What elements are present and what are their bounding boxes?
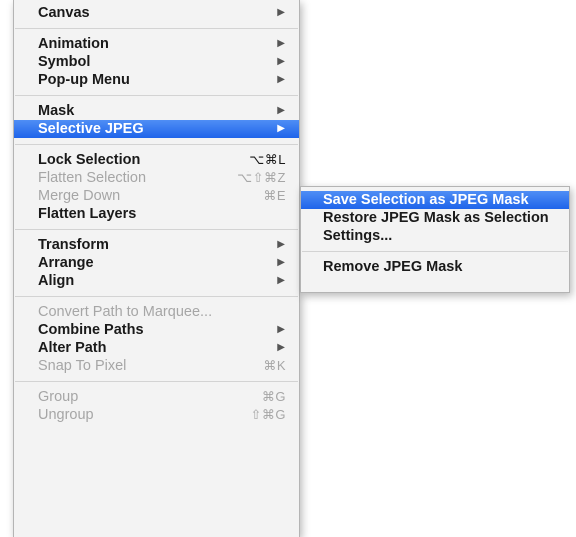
menu-item-alter-path[interactable]: Alter Path ▶ — [14, 339, 299, 357]
menu-item-label: Lock Selection — [38, 152, 141, 168]
menu-item-transform[interactable]: Transform ▶ — [14, 236, 299, 254]
submenu-arrow-icon: ▶ — [277, 275, 285, 286]
menu-item-label: Alter Path — [38, 340, 107, 356]
menu-item-animation[interactable]: Animation ▶ — [14, 35, 299, 53]
keyboard-shortcut: ⇧⌘G — [250, 407, 286, 422]
submenu-arrow-icon: ▶ — [277, 56, 285, 67]
menu-item-label: Group — [38, 389, 79, 405]
menu-item-merge-down[interactable]: Merge Down ⌘E — [14, 187, 299, 205]
menu-item-label: Canvas — [38, 5, 90, 21]
menu-item-label: Align — [38, 273, 75, 289]
submenu-arrow-icon: ▶ — [277, 123, 285, 134]
menu-separator — [15, 28, 298, 29]
menu-item-snap-to-pixel[interactable]: Snap To Pixel ⌘K — [14, 357, 299, 375]
menu-item-save-selection-as-jpeg-mask[interactable]: Save Selection as JPEG Mask — [301, 191, 569, 209]
menu-item-label: Ungroup — [38, 407, 94, 423]
menu-item-align[interactable]: Align ▶ — [14, 272, 299, 290]
menu-item-label: Symbol — [38, 54, 91, 70]
menu-item-label: Settings... — [323, 228, 393, 244]
menu-item-label: Restore JPEG Mask as Selection — [323, 210, 549, 226]
menu-item-mask[interactable]: Mask ▶ — [14, 102, 299, 120]
menu-item-label: Remove JPEG Mask — [323, 259, 463, 275]
menu-item-label: Pop-up Menu — [38, 72, 130, 88]
menu-item-label: Arrange — [38, 255, 94, 271]
menu-item-label: Mask — [38, 103, 75, 119]
submenu-arrow-icon: ▶ — [277, 239, 285, 250]
submenu-arrow-icon: ▶ — [277, 105, 285, 116]
menu-item-flatten-selection[interactable]: Flatten Selection ⌥⇧⌘Z — [14, 169, 299, 187]
keyboard-shortcut: ⌘K — [263, 358, 286, 373]
menu-item-symbol[interactable]: Symbol ▶ — [14, 53, 299, 71]
menu-item-popup-menu[interactable]: Pop-up Menu ▶ — [14, 71, 299, 89]
menu-item-label: Selective JPEG — [38, 121, 144, 137]
menu-separator — [15, 229, 298, 230]
selective-jpeg-submenu: Save Selection as JPEG Mask Restore JPEG… — [300, 186, 570, 293]
submenu-arrow-icon: ▶ — [277, 38, 285, 49]
menu-separator — [302, 251, 568, 252]
menu-item-combine-paths[interactable]: Combine Paths ▶ — [14, 321, 299, 339]
keyboard-shortcut: ⌥⌘L — [249, 152, 286, 167]
main-context-menu: Canvas ▶ Animation ▶ Symbol ▶ Pop-up Men… — [13, 0, 300, 537]
menu-item-label: Convert Path to Marquee... — [38, 304, 213, 320]
menu-item-label: Animation — [38, 36, 109, 52]
submenu-arrow-icon: ▶ — [277, 257, 285, 268]
menu-item-settings[interactable]: Settings... — [301, 227, 569, 245]
menu-item-label: Flatten Layers — [38, 206, 137, 222]
keyboard-shortcut: ⌥⇧⌘Z — [237, 170, 286, 185]
menu-item-selective-jpeg[interactable]: Selective JPEG ▶ — [14, 120, 299, 138]
menu-item-label: Transform — [38, 237, 109, 253]
menu-separator — [15, 95, 298, 96]
submenu-arrow-icon: ▶ — [277, 342, 285, 353]
submenu-arrow-icon: ▶ — [277, 324, 285, 335]
submenu-arrow-icon: ▶ — [277, 7, 285, 18]
menu-item-restore-jpeg-mask-as-selection[interactable]: Restore JPEG Mask as Selection — [301, 209, 569, 227]
menu-separator — [15, 144, 298, 145]
menu-item-label: Save Selection as JPEG Mask — [323, 192, 529, 208]
menu-item-label: Snap To Pixel — [38, 358, 127, 374]
keyboard-shortcut: ⌘G — [261, 389, 286, 404]
submenu-arrow-icon: ▶ — [277, 74, 285, 85]
menu-item-ungroup[interactable]: Ungroup ⇧⌘G — [14, 406, 299, 424]
menu-item-label: Merge Down — [38, 188, 121, 204]
menu-item-label: Flatten Selection — [38, 170, 147, 186]
menu-item-convert-path-to-marquee[interactable]: Convert Path to Marquee... — [14, 303, 299, 321]
menu-item-remove-jpeg-mask[interactable]: Remove JPEG Mask — [301, 258, 569, 276]
menu-item-group[interactable]: Group ⌘G — [14, 388, 299, 406]
menu-item-arrange[interactable]: Arrange ▶ — [14, 254, 299, 272]
keyboard-shortcut: ⌘E — [263, 188, 286, 203]
menu-item-flatten-layers[interactable]: Flatten Layers — [14, 205, 299, 223]
menu-separator — [15, 296, 298, 297]
menu-item-label: Combine Paths — [38, 322, 144, 338]
menu-item-lock-selection[interactable]: Lock Selection ⌥⌘L — [14, 151, 299, 169]
menu-item-canvas[interactable]: Canvas ▶ — [14, 4, 299, 22]
menu-separator — [15, 381, 298, 382]
